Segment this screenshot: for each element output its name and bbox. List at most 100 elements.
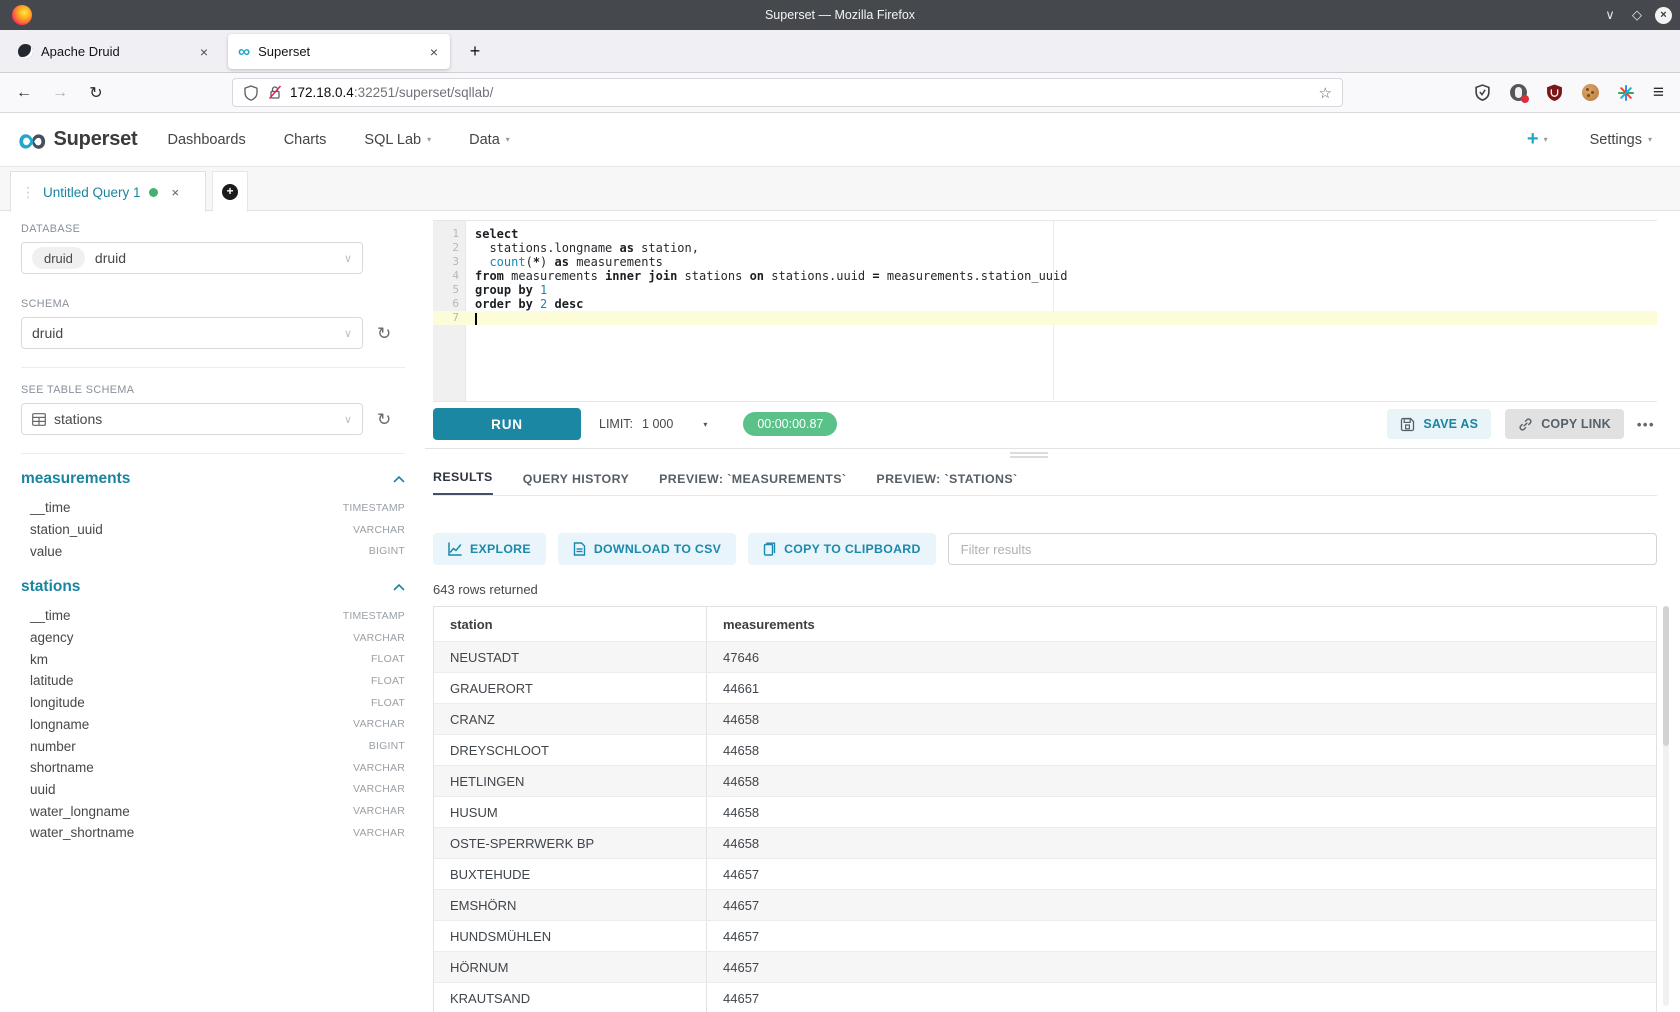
chevron-up-icon[interactable] xyxy=(393,475,405,483)
code-text: stations.longname as station, xyxy=(465,241,699,255)
window-maximize-icon[interactable]: ◇ xyxy=(1628,7,1646,23)
add-query-tab-button[interactable]: + xyxy=(212,171,248,212)
schema-select[interactable]: druid ∨ xyxy=(21,317,363,349)
results-tab-preview-measurements[interactable]: PREVIEW: `MEASUREMENTS` xyxy=(659,472,846,495)
editor-line[interactable]: 4from measurements inner join stations o… xyxy=(433,269,1657,283)
query-tab-untitled-query-1[interactable]: ⋮ Untitled Query 1 × xyxy=(10,171,206,212)
editor-line[interactable]: 3 count(*) as measurements xyxy=(433,255,1657,269)
extension-mask-icon[interactable] xyxy=(1509,83,1528,102)
schema-column: water_shortnameVARCHAR xyxy=(21,822,405,844)
drag-dots-icon[interactable]: ⋮ xyxy=(21,184,35,201)
superset-logo[interactable]: ∞ Superset xyxy=(18,123,138,157)
lock-insecure-icon[interactable] xyxy=(268,85,282,100)
back-icon[interactable]: ← xyxy=(10,73,38,112)
editor-line[interactable]: 6order by 2 desc xyxy=(433,297,1657,311)
nav-item-data[interactable]: Data▾ xyxy=(469,132,510,148)
extension-shield-icon[interactable] xyxy=(1473,83,1492,102)
new-tab-button[interactable]: + xyxy=(462,38,488,64)
schema-column: shortnameVARCHAR xyxy=(21,757,405,779)
table-row[interactable]: EMSHÖRN44657 xyxy=(434,889,1656,920)
results-tab-preview-stations[interactable]: PREVIEW: `STATIONS` xyxy=(876,472,1017,495)
limit-value: 1 000 xyxy=(642,417,673,431)
window-title: Superset — Mozilla Firefox xyxy=(0,0,1680,30)
results-table-body: NEUSTADT47646GRAUERORT44661CRANZ44658DRE… xyxy=(434,641,1656,1012)
url-bar[interactable]: 172.18.0.4:32251/superset/sqllab/ ☆ xyxy=(232,78,1343,107)
editor-line[interactable]: 5group by 1 xyxy=(433,283,1657,297)
forward-icon[interactable]: → xyxy=(46,73,74,112)
extension-colorful-asterisk-icon[interactable] xyxy=(1617,83,1636,102)
divider xyxy=(21,453,405,454)
link-icon xyxy=(1518,417,1533,432)
table-row[interactable]: BUXTEHUDE44657 xyxy=(434,858,1656,889)
run-button[interactable]: RUN xyxy=(433,408,581,440)
tab-close-icon[interactable]: × xyxy=(428,44,440,60)
table-row[interactable]: HETLINGEN44658 xyxy=(434,765,1656,796)
refresh-schemas-icon[interactable]: ↻ xyxy=(377,325,391,342)
copy-clipboard-button[interactable]: COPY TO CLIPBOARD xyxy=(748,533,936,565)
extension-cookie-icon[interactable] xyxy=(1581,83,1600,102)
save-as-button[interactable]: SAVE AS xyxy=(1387,409,1491,439)
results-scrollbar-thumb[interactable] xyxy=(1663,606,1669,746)
results-table-header[interactable]: station measurements xyxy=(434,607,1656,641)
filter-results-input[interactable] xyxy=(948,533,1657,565)
copy-link-button[interactable]: COPY LINK xyxy=(1505,409,1624,439)
nav-item-sql-lab[interactable]: SQL Lab▾ xyxy=(364,132,431,148)
settings-menu[interactable]: Settings▾ xyxy=(1590,132,1652,148)
editor-lines: 1select2 stations.longname as station,3 … xyxy=(433,227,1657,325)
window-close-icon[interactable]: × xyxy=(1655,7,1672,24)
menu-icon[interactable]: ≡ xyxy=(1653,82,1664,104)
bookmark-star-icon[interactable]: ☆ xyxy=(1319,84,1332,102)
results-tab-query-history[interactable]: QUERY HISTORY xyxy=(523,472,629,495)
sql-editor[interactable]: 1select2 stations.longname as station,3 … xyxy=(433,220,1657,402)
table-schema-select[interactable]: stations ∨ xyxy=(21,403,363,435)
extension-ublock-icon[interactable] xyxy=(1545,83,1564,102)
window-minimize-icon[interactable]: ∨ xyxy=(1601,7,1619,23)
schema-table-measurements[interactable]: measurements xyxy=(21,470,405,488)
chevron-up-icon[interactable] xyxy=(393,583,405,591)
table-row[interactable]: DREYSCHLOOT44658 xyxy=(434,734,1656,765)
editor-line[interactable]: 2 stations.longname as station, xyxy=(433,241,1657,255)
table-row[interactable]: HUSUM44658 xyxy=(434,796,1656,827)
reload-icon[interactable]: ↻ xyxy=(82,73,110,112)
column-type: VARCHAR xyxy=(353,718,405,730)
pane-resize-handle[interactable] xyxy=(1010,452,1048,460)
nav-item-charts[interactable]: Charts xyxy=(284,132,327,148)
action-label: COPY TO CLIPBOARD xyxy=(784,542,921,556)
chevron-down-icon: ∨ xyxy=(344,327,352,340)
caret-down-icon: ▾ xyxy=(1648,135,1652,144)
table-row[interactable]: OSTE-SPERRWERK BP44658 xyxy=(434,827,1656,858)
column-header-measurements[interactable]: measurements xyxy=(707,607,1656,641)
more-options-button[interactable]: ••• xyxy=(1637,417,1655,432)
divider xyxy=(21,367,405,368)
query-tab-close-icon[interactable]: × xyxy=(172,185,180,200)
nav-item-dashboards[interactable]: Dashboards xyxy=(168,132,246,148)
table-row[interactable]: HUNDSMÜHLEN44657 xyxy=(434,920,1656,951)
code-text: select xyxy=(465,227,518,241)
table-row[interactable]: GRAUERORT44661 xyxy=(434,672,1656,703)
table-row[interactable]: HÖRNUM44657 xyxy=(434,951,1656,982)
explore-button[interactable]: EXPLORE xyxy=(433,533,546,565)
results-tab-results[interactable]: RESULTS xyxy=(433,470,493,495)
browser-tab-title: Apache Druid xyxy=(41,44,120,59)
database-select[interactable]: druid druid ∨ xyxy=(21,242,363,274)
limit-dropdown[interactable]: LIMIT: 1 000 ▾ xyxy=(599,417,707,431)
shield-icon[interactable] xyxy=(243,85,259,101)
column-header-station[interactable]: station xyxy=(434,607,707,641)
editor-line[interactable]: 7 xyxy=(433,311,1657,325)
browser-tab-apache-druid[interactable]: Apache Druid × xyxy=(8,34,220,69)
cell-measurements: 44657 xyxy=(707,952,1656,982)
download-csv-button[interactable]: DOWNLOAD TO CSV xyxy=(558,533,736,565)
table-row[interactable]: NEUSTADT47646 xyxy=(434,641,1656,672)
table-row[interactable]: CRANZ44658 xyxy=(434,703,1656,734)
browser-tab-superset[interactable]: ∞ Superset × xyxy=(228,34,450,69)
refresh-tables-icon[interactable]: ↻ xyxy=(377,411,391,428)
schema-column: kmFLOAT xyxy=(21,648,405,670)
url-text[interactable]: 172.18.0.4:32251/superset/sqllab/ xyxy=(290,85,493,100)
editor-line[interactable]: 1select xyxy=(433,227,1657,241)
query-tab-label: Untitled Query 1 xyxy=(43,185,141,200)
tab-close-icon[interactable]: × xyxy=(198,44,210,60)
new-item-button[interactable]: +▾ xyxy=(1527,128,1548,151)
table-row[interactable]: KRAUTSAND44657 xyxy=(434,982,1656,1012)
schema-tables: measurements__timeTIMESTAMPstation_uuidV… xyxy=(21,470,408,844)
schema-table-stations[interactable]: stations xyxy=(21,578,405,596)
